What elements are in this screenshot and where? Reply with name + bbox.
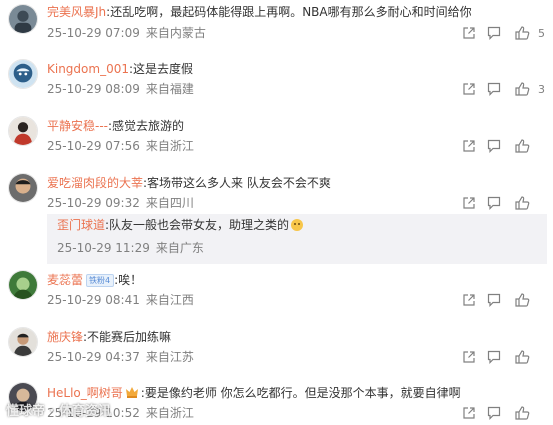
comment-actions	[462, 139, 548, 155]
reply-icon[interactable]	[487, 293, 501, 309]
username-link[interactable]: 平静安稳---	[47, 119, 108, 133]
avatar[interactable]	[8, 270, 38, 300]
share-icon[interactable]	[462, 26, 476, 42]
comment-text: :客场带这么多人来 队友会不会不爽	[143, 176, 331, 190]
comment-actions	[462, 350, 548, 366]
reply-icon[interactable]	[487, 350, 501, 366]
like-icon[interactable]	[515, 26, 530, 42]
avatar[interactable]	[8, 59, 38, 89]
comment-meta: 25-10-29 04:37 来自江苏	[47, 349, 194, 365]
comment-meta: 25-10-29 07:56 来自浙江	[47, 138, 194, 154]
comment-location: 来自福建	[145, 82, 194, 96]
comment-text: :这是去度假	[128, 62, 194, 76]
comment-date: 25-10-29 07:56	[47, 139, 140, 153]
share-icon[interactable]	[462, 406, 476, 422]
avatar[interactable]	[8, 4, 38, 34]
comment-line: 施庆锋:不能赛后加练嘛	[47, 329, 171, 345]
comment-actions	[462, 406, 548, 422]
username-link[interactable]: 麦蕊蕾	[47, 273, 83, 287]
comment-meta: 25-10-29 09:32 来自四川	[47, 195, 194, 211]
comment-text: :感觉去旅游的	[108, 119, 185, 133]
comment-text: :不能赛后加练嘛	[83, 330, 172, 344]
like-icon[interactable]	[515, 139, 530, 155]
reply-line: 歪门球道:队友一般也会带女友，助理之类的	[57, 217, 304, 233]
reply-text: :队友一般也会带女友，助理之类的	[105, 218, 290, 232]
reply-date: 25-10-29 11:29	[57, 241, 150, 255]
reply-box: 歪门球道:队友一般也会带女友，助理之类的 25-10-29 11:29 来自广东	[47, 214, 547, 264]
username-link[interactable]: 施庆锋	[47, 330, 83, 344]
share-icon[interactable]	[462, 82, 476, 98]
share-icon[interactable]	[462, 350, 476, 366]
reply-meta: 25-10-29 11:29 来自广东	[57, 240, 204, 256]
comment-meta: 25-10-29 08:41 来自江西	[47, 292, 194, 308]
like-count: 5	[538, 27, 545, 40]
like-icon[interactable]	[515, 196, 530, 212]
reply-icon[interactable]	[487, 406, 501, 422]
comment-location: 来自江苏	[145, 350, 194, 364]
comment-location: 来自四川	[145, 196, 194, 210]
username-link[interactable]: 爱吃溜肉段的大莘	[47, 176, 143, 190]
username-link[interactable]: Kingdom_001	[47, 62, 129, 76]
comment-date: 25-10-29 07:09	[47, 26, 140, 40]
comment-meta: 25-10-29 07:09 来自内蒙古	[47, 25, 206, 41]
comment-location: 来自浙江	[145, 139, 194, 153]
reply-icon[interactable]	[487, 139, 501, 155]
comment-location: 来自江西	[145, 293, 194, 307]
comment-line: 麦蕊蕾 铁粉4:唉！	[47, 272, 142, 288]
comment-actions: 3	[462, 82, 548, 98]
avatar[interactable]	[8, 327, 38, 357]
watermark: 懂球帝 · 体育资讯	[6, 404, 111, 419]
like-icon[interactable]	[515, 293, 530, 309]
reply-icon[interactable]	[487, 82, 501, 98]
username-link[interactable]: 完美风暴Jh	[47, 5, 106, 19]
avatar[interactable]	[8, 173, 38, 203]
fan-badge: 铁粉4	[86, 274, 115, 287]
comment-text: :要是像约老师 你怎么吃都行。但是没那个本事，就要自律啊	[140, 386, 461, 400]
comment-text: :还乱吃啊，最起码体能得跟上再啊。NBA哪有那么多耐心和时间给你	[106, 5, 472, 19]
reply-icon[interactable]	[487, 26, 501, 42]
smile-emoji-icon	[291, 219, 304, 231]
comment-actions	[462, 196, 548, 212]
comment-date: 25-10-29 08:09	[47, 82, 140, 96]
comment-line: 爱吃溜肉段的大莘:客场带这么多人来 队友会不会不爽	[47, 175, 331, 191]
like-icon[interactable]	[515, 82, 530, 98]
share-icon[interactable]	[462, 139, 476, 155]
crown-emoji-icon	[125, 387, 138, 398]
comment-text: :唉！	[114, 273, 143, 287]
reply-icon[interactable]	[487, 196, 501, 212]
comment-meta: 25-10-29 08:09 来自福建	[47, 81, 194, 97]
share-icon[interactable]	[462, 196, 476, 212]
comment-date: 25-10-29 08:41	[47, 293, 140, 307]
username-link[interactable]: HeLlo_啊树哥	[47, 386, 123, 400]
comment-actions: 5	[462, 26, 548, 42]
comment-date: 25-10-29 09:32	[47, 196, 140, 210]
like-icon[interactable]	[515, 350, 530, 366]
reply-location: 来自广东	[155, 241, 204, 255]
comment-line: Kingdom_001:这是去度假	[47, 61, 193, 77]
like-count: 3	[538, 83, 545, 96]
like-icon[interactable]	[515, 406, 530, 422]
comment-date: 25-10-29 04:37	[47, 350, 140, 364]
share-icon[interactable]	[462, 293, 476, 309]
reply-username-link[interactable]: 歪门球道	[57, 218, 105, 232]
comment-location: 来自内蒙古	[145, 26, 206, 40]
comment-actions	[462, 293, 548, 309]
comment-location: 来自浙江	[145, 406, 194, 420]
avatar[interactable]	[8, 116, 38, 146]
comment-line: 平静安稳---:感觉去旅游的	[47, 118, 184, 134]
comment-line: HeLlo_啊树哥 :要是像约老师 你怎么吃都行。但是没那个本事，就要自律啊	[47, 385, 461, 401]
comment-line: 完美风暴Jh:还乱吃啊，最起码体能得跟上再啊。NBA哪有那么多耐心和时间给你	[47, 4, 472, 20]
